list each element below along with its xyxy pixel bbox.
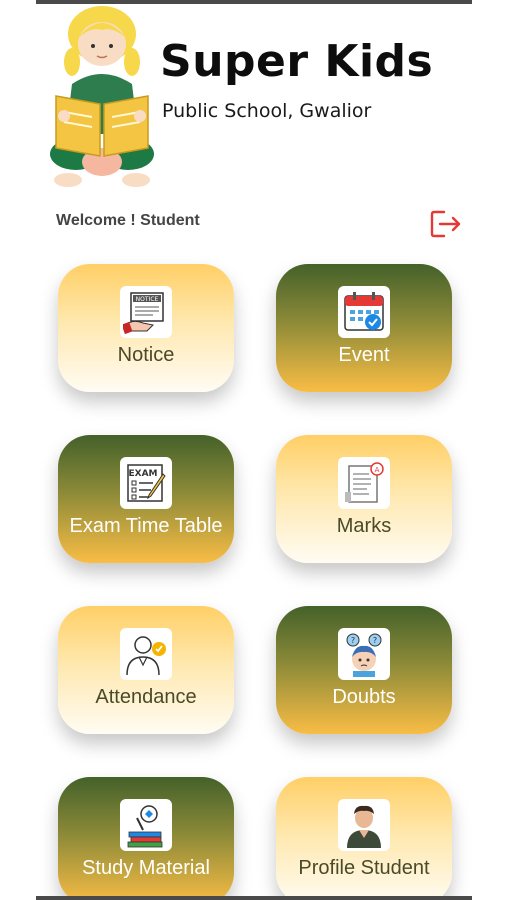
- tile-label: Attendance: [95, 686, 197, 708]
- school-subtitle: Public School, Gwalior: [162, 100, 372, 122]
- school-title: Super Kids: [160, 36, 434, 87]
- attendance-icon: [120, 628, 172, 680]
- tile-label: Notice: [117, 344, 175, 366]
- svg-text:?: ?: [351, 636, 355, 645]
- tile-label: Event: [338, 344, 390, 366]
- tile-exam-time-table[interactable]: EXAM Exam Time Table: [58, 435, 234, 563]
- exam-icon: EXAM: [120, 457, 172, 509]
- svg-text:EXAM: EXAM: [128, 469, 157, 479]
- tile-study-material[interactable]: Study Material: [58, 777, 234, 900]
- girl-reading-illustration: [50, 6, 154, 187]
- doubts-icon: ? ?: [338, 628, 390, 680]
- welcome-text: Welcome ! Student: [56, 212, 200, 229]
- logout-icon[interactable]: [428, 206, 464, 242]
- profile-icon: [338, 799, 390, 851]
- tile-doubts[interactable]: ? ? Doubts: [276, 606, 452, 734]
- tile-notice[interactable]: NOTICE Notice: [58, 264, 234, 392]
- svg-text:A: A: [375, 466, 380, 474]
- svg-text:NOTICE: NOTICE: [136, 296, 159, 303]
- tile-marks[interactable]: A Marks: [276, 435, 452, 563]
- calendar-icon: [338, 286, 390, 338]
- study-material-icon: [120, 799, 172, 851]
- bottom-bar: [36, 896, 472, 900]
- tile-label: Doubts: [332, 686, 396, 708]
- notice-icon: NOTICE: [120, 286, 172, 338]
- marks-icon: A: [338, 457, 390, 509]
- svg-text:?: ?: [373, 636, 377, 645]
- tile-label: Marks: [336, 515, 392, 537]
- tile-profile-student[interactable]: Profile Student: [276, 777, 452, 900]
- tile-label: Profile Student: [298, 857, 430, 879]
- tile-label: Study Material: [82, 857, 210, 879]
- tile-label: Exam Time Table: [69, 515, 223, 537]
- tile-attendance[interactable]: Attendance: [58, 606, 234, 734]
- tile-event[interactable]: Event: [276, 264, 452, 392]
- app-screen: Super Kids Public School, Gwalior Welcom…: [36, 0, 472, 900]
